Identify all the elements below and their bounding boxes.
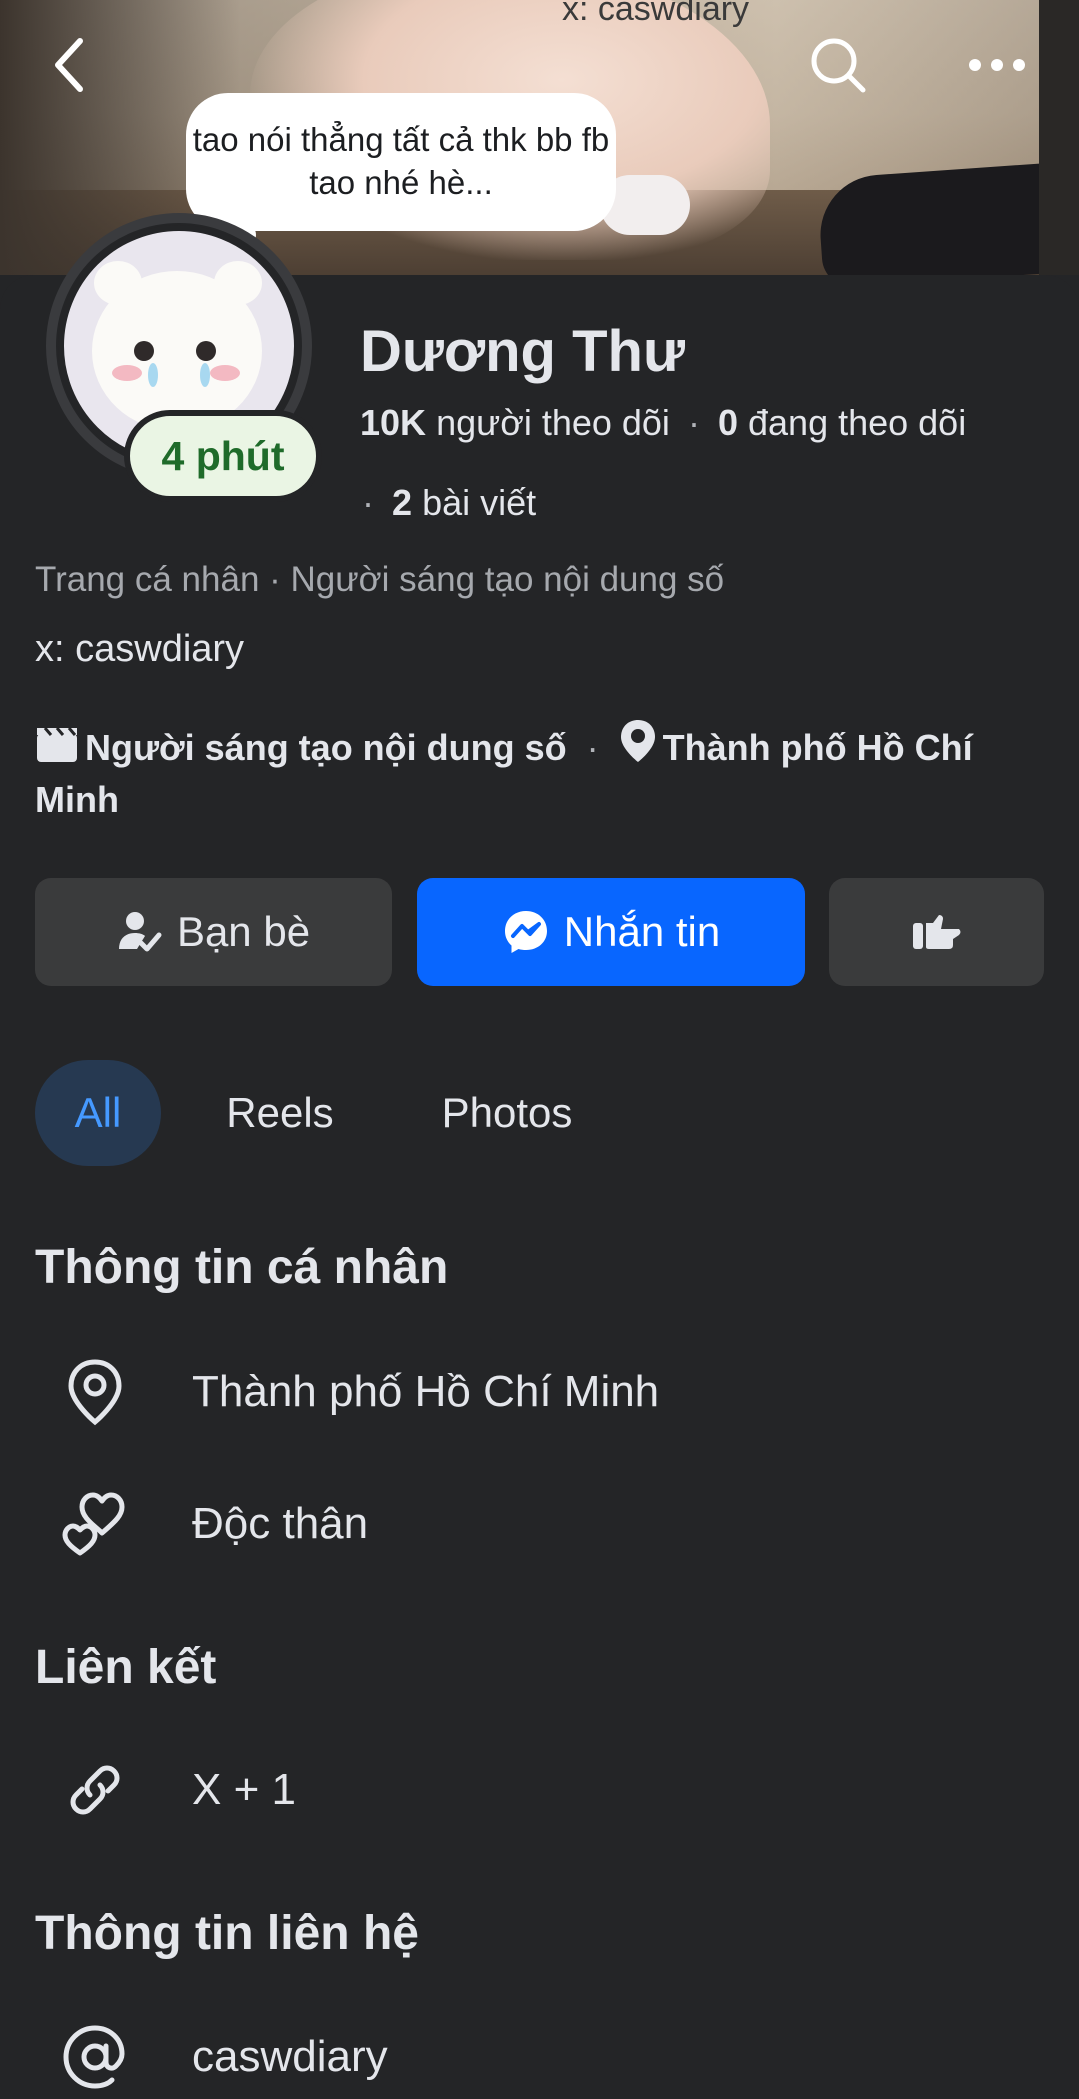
more-icon [969,59,1025,71]
profile-category: Trang cá nhân · Người sáng tạo nội dung … [35,560,725,599]
info-row-location[interactable]: Thành phố Hồ Chí Minh [58,1352,1048,1432]
info-row-relationship[interactable]: Độc thân [58,1484,1048,1564]
creator-label: Người sáng tạo nội dung số [85,727,567,768]
bear-tear-left [148,363,158,387]
message-button[interactable]: Nhắn tin [417,878,805,986]
followers-count[interactable]: 10K [360,402,426,443]
info-row-label: Độc thân [192,1499,369,1548]
posts-count: 2 [392,482,413,523]
profile-name: Dương Thư [360,319,685,384]
poke-hand-icon [912,915,960,949]
friend-check-icon [118,912,162,952]
back-button[interactable] [35,30,105,100]
personal-info-title: Thông tin cá nhân [35,1241,449,1294]
followers-label[interactable]: người theo dõi [436,402,670,443]
hearts-icon [58,1487,132,1561]
contact-row-label: caswdiary [192,2032,388,2081]
link-icon [58,1753,132,1827]
following-label[interactable]: đang theo dõi [748,402,966,443]
profile-meta: Người sáng tạo nội dung số · Thành phố H… [35,718,1035,824]
note-bubble[interactable]: tao nói thẳng tất cả thk bb fb tao nhé h… [186,93,616,231]
tab-photos[interactable]: Photos [412,1060,602,1166]
links-title: Liên kết [35,1641,217,1694]
contact-info-title: Thông tin liên hệ [35,1907,419,1960]
cover-watermark-text: x: caswdiary [562,0,750,28]
profile-stats-line-1: 10K người theo dõi · 0 đang theo dõi [360,402,966,444]
location-pin-icon [619,718,657,776]
bear-cheek-right [210,365,240,381]
active-status-badge: 4 phút [124,410,322,502]
message-button-label: Nhắn tin [563,908,721,955]
messenger-icon [504,911,547,953]
bear-eye-left [134,341,154,361]
bear-cheek-left [112,365,142,381]
poke-button[interactable] [829,878,1044,986]
separator-dot: · [687,402,700,443]
posts-label: bài viết [422,482,537,523]
bear-face [92,271,262,431]
friends-button-label: Bạn bè [176,908,311,955]
clapperboard-icon [35,724,79,776]
at-sign-icon [58,2020,132,2094]
following-count[interactable]: 0 [718,402,738,443]
profile-bio: x: caswdiary [35,628,245,670]
location-pin-icon [58,1355,132,1429]
info-row-label: Thành phố Hồ Chí Minh [192,1367,660,1416]
search-button[interactable] [803,30,873,100]
back-arrow-icon [55,38,83,92]
tab-reels[interactable]: Reels [205,1060,355,1166]
profile-stats-line-2: · 2 bài viết [362,482,536,524]
cover-shade-right [1039,0,1079,275]
link-row-x[interactable]: X + 1 [58,1750,1048,1830]
contact-row-username[interactable]: caswdiary [58,2017,1048,2097]
bear-tear-right [200,363,210,387]
separator-dot: · [586,727,599,768]
link-row-label: X + 1 [192,1765,296,1814]
more-options-button[interactable] [962,30,1032,100]
search-icon [811,38,866,93]
tab-all[interactable]: All [35,1060,161,1166]
friends-button[interactable]: Bạn bè [35,878,392,986]
separator-dot: · [362,482,374,523]
bear-eye-right [196,341,216,361]
